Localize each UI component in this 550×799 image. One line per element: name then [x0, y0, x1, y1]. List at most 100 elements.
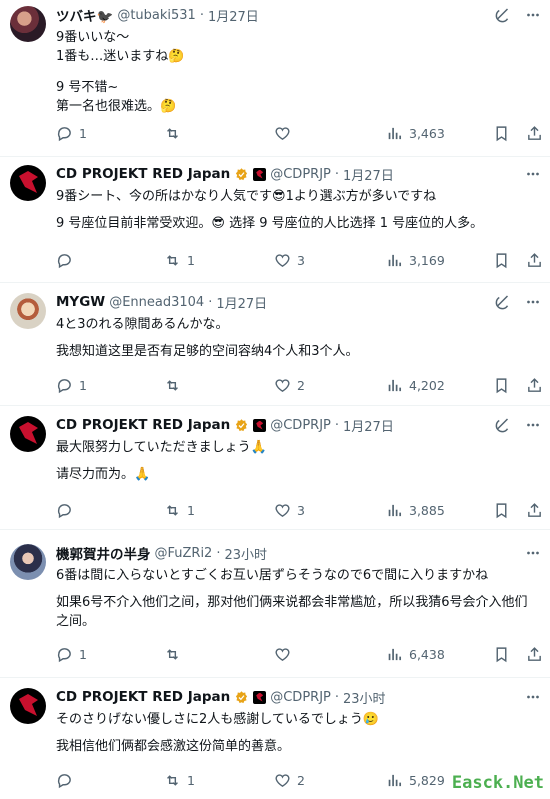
affiliate-badge-icon[interactable] [253, 167, 267, 181]
author-name[interactable]: CD PROJEKT RED Japan [56, 689, 230, 705]
tweet-date[interactable]: 1月27日 [343, 416, 394, 435]
retweet-button[interactable]: 1 [164, 772, 195, 789]
avatar[interactable] [10, 6, 46, 42]
retweet-count: 1 [187, 503, 195, 518]
heart-icon [275, 127, 290, 141]
grok-icon[interactable] [494, 416, 512, 434]
verified-badge-icon[interactable] [234, 167, 249, 182]
tweet[interactable]: 機郭賀井の半身 @FuZRi2 · 23小时 6番は間に入らないとすごくお互い居… [0, 530, 550, 678]
author-name[interactable]: CD PROJEKT RED Japan [56, 417, 230, 433]
tweet-date[interactable]: 1月27日 [208, 6, 259, 25]
bookmark-button[interactable] [493, 125, 510, 142]
author-handle[interactable]: @tubaki531 [117, 8, 196, 23]
like-button[interactable]: 3 [274, 252, 305, 269]
grok-icon[interactable] [494, 293, 512, 311]
verified-badge-icon[interactable] [234, 690, 249, 705]
reply-icon [57, 254, 71, 269]
share-button[interactable] [526, 125, 543, 142]
tweet[interactable]: MYGW @Ennead3104 · 1月27日 4と3のれる隙間あるんかな。 … [0, 283, 550, 406]
tweet[interactable]: ツバキ🐦‍⬛ @tubaki531 · 1月27日 9番いいな～ 1番も…迷いま… [0, 0, 550, 157]
avatar[interactable] [10, 165, 46, 201]
reply-icon [57, 504, 71, 519]
tweet-text-line: 9番いいな～ [56, 30, 130, 45]
avatar[interactable] [10, 293, 46, 329]
affiliate-badge-icon[interactable] [253, 418, 267, 432]
reply-button[interactable]: 1 [56, 377, 87, 394]
more-options-icon[interactable] [524, 416, 542, 434]
share-button[interactable] [526, 252, 543, 269]
affiliate-badge-icon[interactable] [253, 690, 267, 704]
tweet[interactable]: CD PROJEKT RED Japan @CDPRJP · 1月27日 最大限… [0, 406, 550, 530]
reply-button[interactable] [56, 502, 79, 519]
author-handle[interactable]: @Ennead3104 [109, 295, 204, 310]
views-icon [388, 379, 402, 392]
more-options-icon[interactable] [524, 165, 542, 183]
bookmark-button[interactable] [493, 502, 510, 519]
views-button[interactable]: 3,463 [386, 125, 445, 142]
author-handle[interactable]: @FuZRi2 [155, 546, 213, 561]
like-button[interactable]: 3 [274, 502, 305, 519]
cdpr-logo-icon [19, 694, 38, 716]
more-options-icon[interactable] [524, 688, 542, 706]
share-button[interactable] [526, 646, 543, 663]
more-options-icon[interactable] [524, 6, 542, 24]
author-name[interactable]: 機郭賀井の半身 [56, 543, 151, 563]
tweet-text-line: 我相信他们俩都会感激这份简单的善意。 [56, 739, 291, 754]
reply-button[interactable]: 1 [56, 646, 87, 663]
avatar[interactable] [10, 688, 46, 724]
reply-button[interactable]: 1 [56, 125, 87, 142]
views-count: 3,463 [409, 126, 445, 141]
tweet-text-line: 最大限努力していただきましょう🙏 [56, 440, 267, 455]
views-count: 3,169 [409, 253, 445, 268]
tweet-text-line: 我想知道这里是否有足够的空间容纳4个人和3个人。 [56, 344, 359, 359]
more-options-icon[interactable] [524, 293, 542, 311]
views-button[interactable]: 3,169 [386, 252, 445, 269]
author-name[interactable]: ツバキ🐦‍⬛ [56, 5, 113, 25]
author-name[interactable]: MYGW [56, 294, 105, 310]
retweet-button[interactable] [164, 646, 187, 663]
share-button[interactable] [526, 377, 543, 394]
reply-button[interactable] [56, 252, 79, 269]
verified-badge-icon[interactable] [234, 418, 249, 433]
retweet-icon [167, 649, 178, 660]
tweet-text-line: 6番は間に入らないとすごくお互い居ずらそうなので6で間に入りますかね [56, 568, 489, 583]
heart-icon [275, 254, 290, 268]
share-button[interactable] [526, 502, 543, 519]
reply-button[interactable] [56, 772, 79, 789]
reply-icon [57, 127, 71, 142]
views-icon [388, 774, 402, 787]
grok-icon[interactable] [494, 6, 512, 24]
tweet-date[interactable]: 1月27日 [343, 165, 394, 184]
reply-count: 1 [79, 126, 87, 141]
cdpr-logo-icon [19, 422, 38, 444]
views-count: 3,885 [409, 503, 445, 518]
bookmark-button[interactable] [493, 646, 510, 663]
retweet-button[interactable]: 1 [164, 252, 195, 269]
views-button[interactable]: 6,438 [386, 646, 445, 663]
tweet[interactable]: CD PROJEKT RED Japan @CDPRJP · 1月27日 9番シ… [0, 157, 550, 283]
heart-icon [275, 504, 290, 518]
bookmark-icon [496, 126, 507, 142]
author-handle[interactable]: @CDPRJP [270, 167, 331, 182]
more-options-icon[interactable] [524, 544, 542, 562]
retweet-button[interactable] [164, 377, 187, 394]
views-button[interactable]: 4,202 [386, 377, 445, 394]
bookmark-button[interactable] [493, 377, 510, 394]
like-button[interactable]: 2 [274, 772, 305, 789]
avatar[interactable] [10, 416, 46, 452]
retweet-button[interactable]: 1 [164, 502, 195, 519]
tweet-date[interactable]: 1月27日 [216, 293, 267, 312]
retweet-button[interactable] [164, 125, 187, 142]
author-name[interactable]: CD PROJEKT RED Japan [56, 166, 230, 182]
views-button[interactable]: 5,829 [386, 772, 445, 789]
author-handle[interactable]: @CDPRJP [270, 690, 331, 705]
tweet-date[interactable]: 23小时 [343, 688, 386, 707]
avatar[interactable] [10, 544, 46, 580]
like-button[interactable]: 2 [274, 377, 305, 394]
bookmark-button[interactable] [493, 252, 510, 269]
tweet-date[interactable]: 23小时 [224, 544, 267, 563]
author-handle[interactable]: @CDPRJP [270, 418, 331, 433]
like-button[interactable] [274, 646, 297, 663]
views-button[interactable]: 3,885 [386, 502, 445, 519]
like-button[interactable] [274, 125, 297, 142]
